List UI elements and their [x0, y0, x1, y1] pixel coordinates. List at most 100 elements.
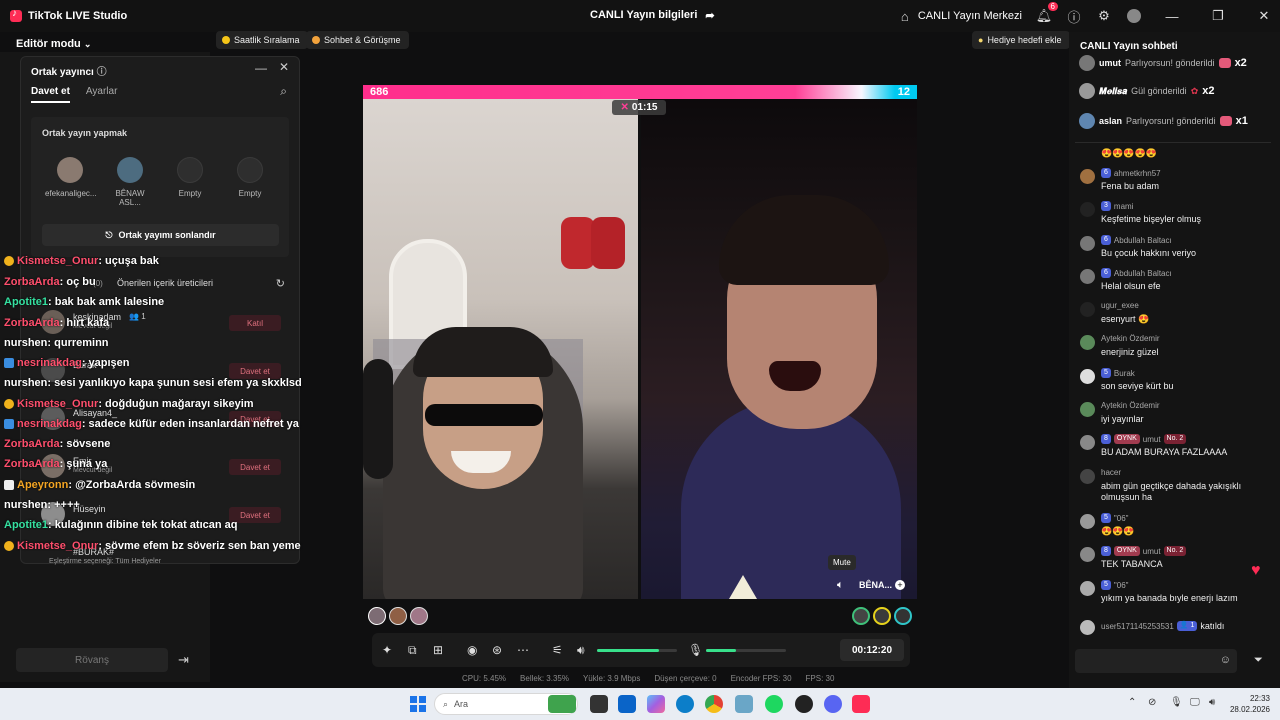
overlay-chat-user[interactable]: Kismetse_Onur	[17, 398, 98, 410]
help-icon[interactable]: ⓘ	[1066, 8, 1082, 25]
microphone-icon[interactable]: 🎙︎	[688, 643, 703, 657]
copilot-icon[interactable]	[647, 695, 665, 713]
editor-mode-dropdown[interactable]: Editör modu ⌄	[16, 38, 91, 50]
exit-icon[interactable]: ⇥	[178, 652, 189, 668]
live-center-link[interactable]: ⌂ CANLI Yayın Merkezi	[897, 8, 1022, 24]
speaker-icon[interactable]: 🔊︎	[577, 643, 585, 658]
join-button[interactable]: Katıl	[229, 315, 281, 331]
chat-username[interactable]: ahmetkrhn57	[1114, 169, 1161, 178]
record-icon[interactable]: ◉	[467, 643, 477, 657]
tab-settings[interactable]: Ayarlar	[86, 86, 118, 103]
avatar[interactable]	[1080, 547, 1095, 562]
chat-username[interactable]: hacer	[1101, 468, 1121, 477]
avatar[interactable]	[1080, 435, 1095, 450]
help-icon[interactable]: ⓘ	[97, 67, 107, 78]
overlay-chat-user[interactable]: Apotite1	[4, 296, 48, 308]
task-view-icon[interactable]	[590, 695, 608, 713]
avatar[interactable]	[1080, 202, 1095, 217]
refresh-icon[interactable]: ↻	[276, 277, 285, 290]
chat-username[interactable]: Burak	[1114, 369, 1135, 378]
overlay-chat-user[interactable]: ZorbaArda	[4, 317, 60, 329]
add-scene-icon[interactable]: ⊞	[433, 643, 443, 657]
chat-username[interactable]: umut	[1143, 547, 1161, 556]
chrome-icon[interactable]	[705, 695, 723, 713]
discord-icon[interactable]	[824, 695, 842, 713]
avatar[interactable]	[1080, 269, 1095, 284]
volume-slider[interactable]	[597, 649, 677, 652]
overlay-chat-user[interactable]: ZorbaArda	[4, 276, 60, 288]
avatar[interactable]	[389, 607, 407, 625]
volume-icon[interactable]: 🔊︎	[1209, 697, 1215, 708]
avatar[interactable]	[1080, 302, 1095, 317]
avatar[interactable]	[873, 607, 891, 625]
avatar[interactable]	[894, 607, 912, 625]
slot-2[interactable]: BÊNAW ASL...	[105, 157, 155, 207]
monitor-icon[interactable]: 🖵︎	[1190, 697, 1200, 708]
speaker-icon[interactable]: 🔈︎	[837, 579, 844, 592]
clock[interactable]: 22:33 28.02.2026	[1230, 693, 1270, 715]
avatar[interactable]	[1126, 8, 1142, 24]
chat-username[interactable]: "06"	[1114, 581, 1129, 590]
gear-icon[interactable]: ⚙	[1096, 8, 1112, 24]
maximize-button[interactable]: ❐	[1202, 8, 1234, 24]
chat-username[interactable]: Abdullah Baltacı	[1114, 269, 1172, 278]
overlay-chat-user[interactable]: nesrinakdag	[17, 418, 82, 430]
overlay-chat-user[interactable]: nurshen	[4, 337, 47, 349]
more-icon[interactable]: ⋯	[517, 643, 529, 657]
hourly-ranking-pill[interactable]: Saatlik Sıralama	[216, 31, 308, 49]
edge-icon[interactable]	[676, 695, 694, 713]
overlay-chat-user[interactable]: ZorbaArda	[4, 458, 60, 470]
microphone-icon[interactable]: 🎙︎	[1170, 697, 1183, 708]
avatar[interactable]	[1080, 236, 1095, 251]
chat-username[interactable]: mami	[1114, 202, 1134, 211]
end-co-stream-button[interactable]: ⎋ Ortak yayımı sonlandır	[42, 224, 279, 246]
minimize-button[interactable]: —	[1156, 9, 1188, 24]
bell-icon[interactable]: 🔔︎ 6	[1036, 2, 1058, 24]
overlay-chat-user[interactable]: ZorbaArda	[4, 438, 60, 450]
live-info-title[interactable]: CANLI Yayın bilgileri ➦	[590, 9, 715, 22]
avatar[interactable]	[852, 607, 870, 625]
magic-wand-icon[interactable]: ✦	[382, 643, 392, 657]
avatar[interactable]	[368, 607, 386, 625]
chat-call-pill[interactable]: Sohbet & Görüşme	[306, 31, 409, 49]
close-button[interactable]: ✕	[1248, 8, 1280, 24]
tiktok-studio-icon[interactable]	[852, 695, 870, 713]
avatar[interactable]	[1080, 581, 1095, 596]
overlay-chat-user[interactable]: nurshen	[4, 377, 47, 389]
outlook-icon[interactable]	[618, 695, 636, 713]
gift-goal-pill[interactable]: ● Hediye hedefi ekle	[972, 31, 1070, 49]
chat-username[interactable]: Abdullah Baltacı	[1114, 236, 1172, 245]
tab-invite[interactable]: Davet et	[31, 86, 70, 103]
slot-1[interactable]: efekanaligec...	[45, 157, 97, 198]
settings-sliders-icon[interactable]: ⚟	[552, 643, 563, 657]
chevron-up-icon[interactable]: ⌃	[1128, 697, 1136, 708]
avatar[interactable]	[1080, 335, 1095, 350]
avatar[interactable]	[1080, 469, 1095, 484]
app-icon[interactable]	[735, 695, 753, 713]
chat-input[interactable]: ☺	[1075, 649, 1237, 673]
avatar[interactable]	[1080, 514, 1095, 529]
avatar[interactable]	[1080, 402, 1095, 417]
avatar[interactable]	[1080, 169, 1095, 184]
app-tray-icon[interactable]: ⊘	[1148, 697, 1156, 708]
layers-icon[interactable]: ⧉	[408, 643, 417, 658]
chat-username[interactable]: umut	[1143, 435, 1161, 444]
chat-username[interactable]: ugur_exee	[1101, 301, 1139, 310]
overlay-chat-user[interactable]: Apeyronn	[17, 479, 68, 491]
minimize-popup-button[interactable]: —	[255, 61, 267, 75]
overlay-chat-user[interactable]: nesrinakdag	[17, 357, 82, 369]
chat-username[interactable]: Aytekin Özdemir	[1101, 334, 1160, 343]
mic-slider[interactable]	[706, 649, 786, 652]
add-icon[interactable]: +	[895, 580, 905, 590]
effects-icon[interactable]: ⊛	[492, 643, 502, 657]
overlay-chat-user[interactable]: nurshen	[4, 499, 47, 511]
filter-icon[interactable]: ⏷	[1254, 654, 1263, 667]
avatar[interactable]	[1080, 369, 1095, 384]
overlay-chat-user[interactable]: Apotite1	[4, 519, 48, 531]
search-icon[interactable]: ⌕	[280, 84, 287, 99]
rematch-button[interactable]: Rövanş	[16, 648, 168, 672]
invite-button[interactable]: Davet et	[229, 459, 281, 475]
emoji-icon[interactable]: ☺	[1220, 654, 1231, 666]
chat-username[interactable]: Aytekin Özdemir	[1101, 401, 1160, 410]
avatar[interactable]	[410, 607, 428, 625]
